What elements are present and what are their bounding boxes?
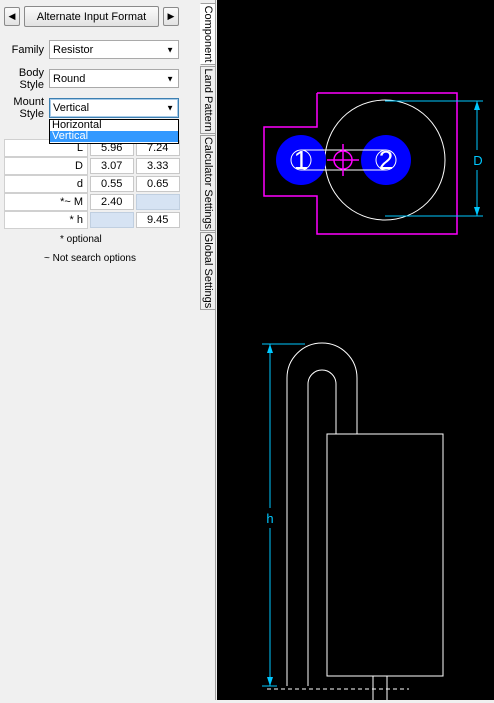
dim-label: *~ M [4, 193, 88, 211]
footprint-drawing: 1 2 D h [262, 92, 483, 700]
arrow-up-icon [474, 101, 480, 110]
body-rect [326, 433, 444, 677]
optional-note: * optional [60, 234, 102, 245]
dim-min-field[interactable]: 2.40 [90, 194, 134, 210]
tab-divider [215, 0, 216, 700]
body-style-value: Round [53, 72, 86, 85]
drawing-canvas[interactable]: 1 2 D h [217, 0, 494, 700]
dim-min-field[interactable]: 0.55 [90, 176, 134, 192]
chevron-down-icon: ▼ [166, 103, 174, 113]
dim-max-field[interactable]: 0.65 [136, 176, 180, 192]
pad-1-label: 1 [294, 145, 308, 175]
dropdown-option-vertical[interactable]: Vertical [50, 131, 178, 142]
family-select[interactable]: Resistor ▼ [49, 40, 179, 59]
dim-min-field[interactable] [90, 212, 134, 228]
family-value: Resistor [53, 43, 94, 56]
tab-calculator-settings[interactable]: Calculator Settings [200, 135, 216, 231]
pad-2-label: 2 [379, 145, 393, 175]
tab-label: Land Pattern [202, 68, 214, 132]
mount-style-value: Vertical [53, 102, 90, 114]
dim-max-field[interactable]: 9.45 [136, 212, 180, 228]
family-label: Family [11, 44, 44, 56]
tab-global-settings[interactable]: Global Settings [200, 232, 216, 310]
tab-label: Component [202, 5, 214, 63]
dim-label: D [4, 157, 88, 175]
dim-label: d [4, 175, 88, 193]
dim-max-field[interactable]: 3.33 [136, 158, 180, 174]
body-style-label: Body Style [18, 67, 44, 91]
lead-inner [307, 369, 337, 686]
mount-style-label: Mount Style [13, 96, 44, 120]
chevron-down-icon: ▼ [166, 74, 174, 83]
tab-label: Calculator Settings [202, 136, 214, 230]
prev-arrow-button[interactable]: ◀ [4, 7, 20, 26]
tab-label: Global Settings [202, 233, 214, 309]
dim-d-label: D [473, 153, 482, 168]
mount-style-select[interactable]: Vertical ▼ [49, 98, 179, 118]
next-arrow-button[interactable]: ▶ [163, 7, 179, 26]
dim-label: * h [4, 211, 88, 229]
dim-h-label: h [266, 511, 273, 526]
not-search-note: ~ Not search options [44, 253, 136, 264]
table-row: *~ M 2.40 [4, 193, 180, 211]
chevron-down-icon: ▼ [166, 45, 174, 54]
dim-max-field[interactable] [136, 194, 180, 210]
table-row: * h 9.45 [4, 211, 180, 229]
arrow-down-icon [267, 677, 273, 686]
table-row: D 3.07 3.33 [4, 157, 180, 175]
tab-component[interactable]: Component [200, 3, 216, 65]
mount-style-dropdown: Horizontal Vertical [49, 119, 179, 144]
table-row: d 0.55 0.65 [4, 175, 180, 193]
alternate-input-format-button[interactable]: Alternate Input Format [24, 6, 159, 27]
arrow-down-icon [474, 207, 480, 216]
arrow-up-icon [267, 344, 273, 353]
body-style-select[interactable]: Round ▼ [49, 69, 179, 88]
dim-min-field[interactable]: 3.07 [90, 158, 134, 174]
lead-outer [286, 342, 358, 686]
tab-land-pattern[interactable]: Land Pattern [200, 66, 216, 134]
